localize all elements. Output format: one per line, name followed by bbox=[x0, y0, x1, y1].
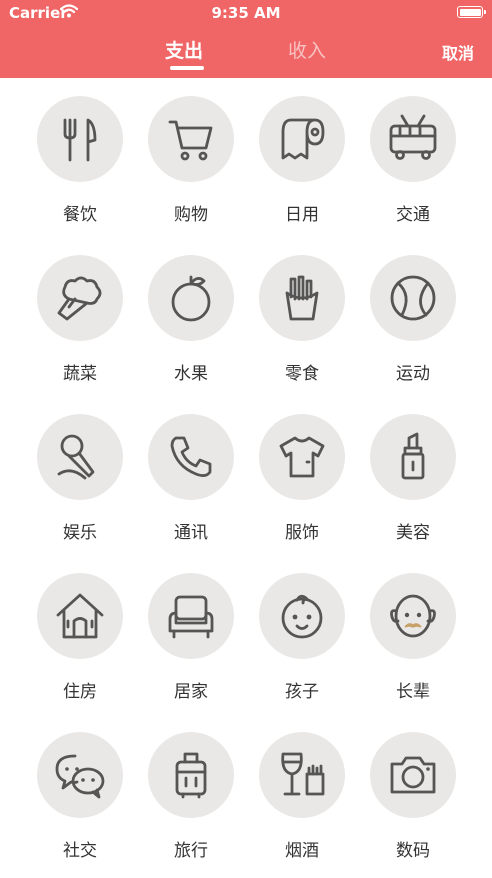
category-icon-bg bbox=[148, 255, 234, 341]
category-sports[interactable]: 运动 bbox=[358, 237, 468, 384]
status-bar: Carrier 9:35 AM bbox=[0, 0, 492, 26]
chat-bubbles-icon bbox=[55, 754, 105, 799]
elder-icon bbox=[390, 594, 436, 638]
category-label: 水果 bbox=[174, 364, 208, 384]
baby-icon bbox=[281, 594, 323, 639]
category-fruit[interactable]: 水果 bbox=[136, 237, 246, 384]
category-shopping[interactable]: 购物 bbox=[136, 78, 246, 225]
category-icon-bg bbox=[37, 573, 123, 659]
category-label: 旅行 bbox=[174, 841, 208, 861]
category-digital[interactable]: 数码 bbox=[358, 714, 468, 861]
category-icon-bg bbox=[370, 573, 456, 659]
category-children[interactable]: 孩子 bbox=[247, 555, 357, 702]
category-home[interactable]: 居家 bbox=[136, 555, 246, 702]
category-transport[interactable]: 交通 bbox=[358, 78, 468, 225]
orange-icon bbox=[171, 275, 211, 322]
category-label: 餐饮 bbox=[63, 205, 97, 225]
category-label: 零食 bbox=[285, 364, 319, 384]
broccoli-icon bbox=[57, 276, 102, 321]
category-label: 居家 bbox=[174, 682, 208, 702]
tab-selected-indicator bbox=[170, 66, 204, 70]
category-icon-bg bbox=[148, 732, 234, 818]
sofa-icon bbox=[168, 595, 214, 639]
category-icon-bg bbox=[370, 732, 456, 818]
category-label: 烟酒 bbox=[285, 841, 319, 861]
category-vegetables[interactable]: 蔬菜 bbox=[25, 237, 135, 384]
category-tobacco-alcohol[interactable]: 烟酒 bbox=[247, 714, 357, 861]
tab-expense[interactable]: 支出 bbox=[165, 36, 203, 63]
microphone-icon bbox=[57, 434, 95, 480]
shopping-cart-icon bbox=[168, 120, 213, 161]
header-bar: Carrier 9:35 AM 支出 收入 取消 bbox=[0, 0, 492, 78]
category-icon-bg bbox=[259, 414, 345, 500]
trolleybus-icon bbox=[389, 114, 437, 160]
category-label: 社交 bbox=[63, 841, 97, 861]
category-daily-use[interactable]: 日用 bbox=[247, 78, 357, 225]
category-icon-bg bbox=[37, 96, 123, 182]
category-label: 住房 bbox=[63, 682, 97, 702]
suitcase-icon bbox=[175, 752, 207, 799]
wine-cigarette-icon bbox=[281, 752, 325, 796]
category-label: 通讯 bbox=[174, 523, 208, 543]
category-icon-bg bbox=[148, 573, 234, 659]
category-icon-bg bbox=[37, 414, 123, 500]
cancel-button[interactable]: 取消 bbox=[442, 40, 474, 64]
status-time: 9:35 AM bbox=[211, 4, 281, 22]
category-icon-bg bbox=[370, 255, 456, 341]
baseball-icon bbox=[390, 275, 436, 321]
category-elders[interactable]: 长辈 bbox=[358, 555, 468, 702]
category-label: 运动 bbox=[396, 364, 430, 384]
fork-knife-icon bbox=[63, 118, 97, 162]
tshirt-icon bbox=[279, 436, 325, 478]
category-beauty[interactable]: 美容 bbox=[358, 396, 468, 543]
category-social[interactable]: 社交 bbox=[25, 714, 135, 861]
category-icon-bg bbox=[37, 255, 123, 341]
tab-income[interactable]: 收入 bbox=[288, 36, 326, 63]
category-label: 美容 bbox=[396, 523, 430, 543]
category-dining[interactable]: 餐饮 bbox=[25, 78, 135, 225]
category-icon-bg bbox=[259, 573, 345, 659]
category-icon-bg bbox=[259, 732, 345, 818]
category-icon-bg bbox=[37, 732, 123, 818]
category-label: 娱乐 bbox=[63, 523, 97, 543]
category-icon-bg bbox=[259, 96, 345, 182]
category-clothing[interactable]: 服饰 bbox=[247, 396, 357, 543]
category-snacks[interactable]: 零食 bbox=[247, 237, 357, 384]
nav-bar: 支出 收入 取消 bbox=[0, 26, 492, 78]
category-label: 服饰 bbox=[285, 523, 319, 543]
category-icon-bg bbox=[370, 414, 456, 500]
category-icon-bg bbox=[259, 255, 345, 341]
fries-icon bbox=[285, 275, 319, 321]
category-label: 交通 bbox=[396, 205, 430, 225]
category-housing[interactable]: 住房 bbox=[25, 555, 135, 702]
battery-icon bbox=[457, 6, 486, 18]
category-icon-bg bbox=[370, 96, 456, 182]
lipstick-icon bbox=[401, 432, 425, 480]
category-label: 孩子 bbox=[285, 682, 319, 702]
category-label: 蔬菜 bbox=[63, 364, 97, 384]
category-label: 数码 bbox=[396, 841, 430, 861]
category-label: 长辈 bbox=[396, 682, 430, 702]
house-icon bbox=[56, 593, 104, 639]
category-icon-bg bbox=[148, 96, 234, 182]
category-icon-bg bbox=[148, 414, 234, 500]
category-label: 购物 bbox=[174, 205, 208, 225]
category-travel[interactable]: 旅行 bbox=[136, 714, 246, 861]
category-entertainment[interactable]: 娱乐 bbox=[25, 396, 135, 543]
phone-icon bbox=[170, 436, 212, 477]
camera-icon bbox=[390, 756, 436, 794]
category-communication[interactable]: 通讯 bbox=[136, 396, 246, 543]
category-label: 日用 bbox=[285, 205, 319, 225]
toilet-paper-icon bbox=[281, 118, 325, 160]
